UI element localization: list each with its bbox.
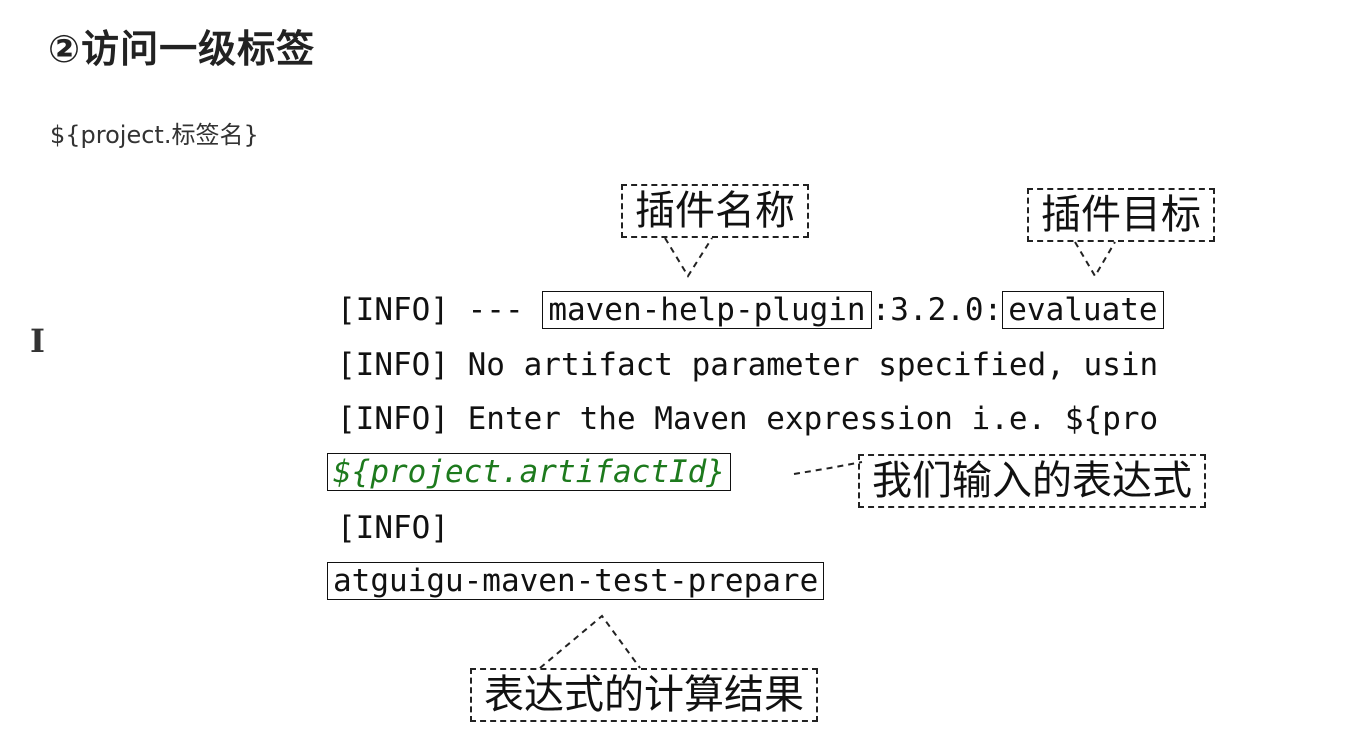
callout-plugin-goal: 插件目标 <box>1027 188 1215 242</box>
callout-result: 表达式的计算结果 <box>470 668 818 722</box>
result-leader <box>539 614 641 669</box>
text-cursor-icon: I <box>30 322 45 360</box>
expression-leader <box>793 461 863 475</box>
console-line-2: [INFO] No artifact parameter specified, … <box>337 347 1159 383</box>
console-line-5: [INFO] <box>337 510 449 546</box>
console-line-4: ${project.artifactId} <box>327 452 731 492</box>
page-heading: ②访问一级标签 <box>48 27 316 71</box>
expression-box: ${project.artifactId} <box>327 453 731 491</box>
console-line-3: [INFO] Enter the Maven expression i.e. $… <box>337 401 1159 437</box>
plugin-goal-box: evaluate <box>1002 291 1164 329</box>
plugin-goal-leader <box>1074 241 1116 278</box>
plugin-name-leader <box>664 237 713 278</box>
console-line-6: atguigu-maven-test-prepare <box>327 561 825 601</box>
plugin-version: :3.2.0: <box>871 292 1003 328</box>
console-line-1: [INFO] --- maven-help-plugin:3.2.0: evalu… <box>337 290 1164 330</box>
info-prefix: [INFO] --- <box>337 292 543 328</box>
callout-input-expression: 我们输入的表达式 <box>858 454 1206 508</box>
callout-plugin-name: 插件名称 <box>621 184 809 238</box>
syntax-line: ${project.标签名} <box>50 121 259 149</box>
result-box: atguigu-maven-test-prepare <box>327 562 825 600</box>
plugin-name-box: maven-help-plugin <box>542 291 872 329</box>
